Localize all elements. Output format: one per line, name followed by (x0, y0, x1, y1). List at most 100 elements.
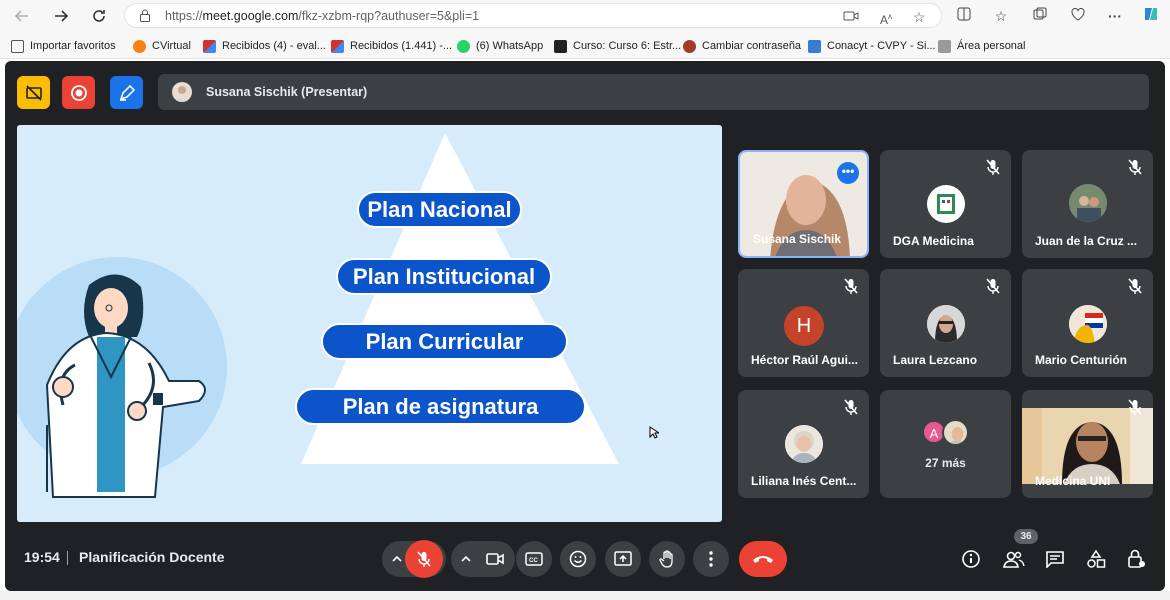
split-screen-icon[interactable] (953, 5, 975, 27)
captions-button[interactable]: CC (516, 541, 552, 577)
annotate-button[interactable] (110, 76, 143, 109)
reload-icon[interactable] (87, 4, 111, 28)
meeting-details-button[interactable] (959, 547, 983, 571)
camera-toggle-button[interactable] (477, 541, 513, 577)
stop-presenting-button[interactable] (17, 76, 50, 109)
camera-options-chevron-icon[interactable] (457, 550, 475, 568)
bookmark-conacyt[interactable]: Conacyt - CVPY - Si... (808, 38, 936, 54)
reactions-button[interactable] (560, 541, 596, 577)
participant-avatar (785, 425, 823, 463)
leave-call-button[interactable] (739, 541, 787, 577)
participant-avatar (927, 305, 965, 343)
bookmark-gmail-1[interactable]: Recibidos (4) - eval... (203, 38, 326, 54)
participant-avatar (942, 419, 969, 446)
conacyt-icon (808, 39, 821, 53)
pyramid-level-1: Plan Nacional (357, 191, 522, 228)
participant-name: DGA Medicina (893, 234, 974, 248)
read-aloud-icon[interactable]: Aʌ (877, 8, 895, 27)
participant-name: Medicina UNI (1035, 474, 1111, 488)
more-menu-icon[interactable]: ··· (1104, 5, 1126, 27)
people-icon (1003, 551, 1025, 568)
meet-control-bar: 19:54 Planificación Docente CC 36 (5, 529, 1165, 591)
more-options-button[interactable] (693, 541, 729, 577)
more-participants-tile[interactable]: A 27 más (880, 390, 1011, 498)
participant-name: Héctor Raúl Agui... (751, 353, 858, 367)
mic-options-chevron-icon[interactable] (388, 550, 406, 568)
camera-blocked-icon[interactable] (842, 8, 860, 26)
present-icon (614, 551, 632, 566)
presenter-label: Susana Sischik (Presentar) (206, 85, 368, 99)
meeting-title: Planificación Docente (79, 549, 225, 565)
participant-tile-mario[interactable]: Mario Centurión (1022, 269, 1153, 377)
browser-essentials-icon[interactable] (1067, 5, 1089, 27)
favorites-icon[interactable]: ☆ (990, 5, 1012, 27)
more-vert-icon (709, 551, 713, 567)
record-button[interactable] (62, 76, 95, 109)
copilot-icon[interactable] (1140, 5, 1162, 27)
chat-button[interactable] (1043, 547, 1067, 571)
bookmark-cambiar-contrasena[interactable]: Cambiar contraseña (683, 38, 801, 54)
more-participants-label: 27 más (925, 456, 966, 470)
mic-toggle-button[interactable] (405, 540, 443, 578)
participant-tile-liliana[interactable]: Liliana Inés Cent... (738, 390, 869, 498)
course-icon (554, 39, 567, 53)
hang-up-icon (753, 556, 773, 563)
browser-toolbar: https://meet.google.com/fkz-xzbm-rqp?aut… (0, 0, 1170, 31)
participant-tile-laura[interactable]: Laura Lezcano (880, 269, 1011, 377)
meet-window: Susana Sischik (Presentar) Plan Nacional… (5, 61, 1165, 591)
participant-avatar (1069, 184, 1107, 222)
bookmark-whatsapp[interactable]: (6) WhatsApp (457, 38, 543, 54)
moodle-icon (133, 39, 146, 53)
mic-off-icon (1128, 159, 1142, 175)
mic-off-icon (844, 399, 858, 415)
collections-icon[interactable] (1029, 5, 1051, 27)
participant-name: Laura Lezcano (893, 353, 978, 367)
bookmark-cvirtual[interactable]: CVirtual (133, 38, 191, 54)
info-icon (962, 550, 980, 568)
url-text: https://meet.google.com/fkz-xzbm-rqp?aut… (165, 9, 480, 23)
personal-icon (938, 39, 951, 53)
hand-icon (659, 550, 673, 568)
participant-avatar (927, 185, 965, 223)
bookmarks-bar: Importar favoritos CVirtual Recibidos (4… (0, 31, 1170, 59)
present-off-icon (25, 84, 42, 101)
back-icon[interactable] (10, 4, 34, 28)
gmail-icon (331, 39, 344, 53)
participant-tile-medicina-uni[interactable]: Medicina UNI (1022, 390, 1153, 498)
bookmark-curso[interactable]: Curso: Curso 6: Estr... (554, 38, 681, 54)
divider (67, 551, 68, 565)
participant-avatar (1069, 305, 1107, 343)
participant-tile-hector[interactable]: H Héctor Raúl Agui... (738, 269, 869, 377)
mic-off-icon (844, 278, 858, 294)
address-bar[interactable]: https://meet.google.com/fkz-xzbm-rqp?aut… (124, 3, 942, 28)
camera-icon (486, 553, 504, 565)
participant-name: Juan de la Cruz ... (1035, 234, 1138, 248)
bookmark-area-personal[interactable]: Área personal (938, 38, 1026, 54)
mic-off-icon (1128, 278, 1142, 294)
raise-hand-button[interactable] (649, 541, 685, 577)
forward-icon[interactable] (49, 4, 73, 28)
people-button[interactable] (1002, 547, 1026, 571)
participant-name: Liliana Inés Cent... (751, 474, 857, 488)
host-controls-button[interactable] (1124, 547, 1148, 571)
activities-button[interactable] (1084, 547, 1108, 571)
bookmark-gmail-2[interactable]: Recibidos (1.441) -... (331, 38, 452, 54)
lock-icon (140, 9, 150, 22)
participant-tile-dga[interactable]: DGA Medicina (880, 150, 1011, 258)
more-options-icon[interactable]: ••• (837, 162, 859, 184)
mic-off-icon (1128, 399, 1142, 415)
captions-icon: CC (525, 552, 543, 566)
participant-tile-susana[interactable]: ••• Susana Sischik (738, 150, 869, 258)
presenter-banner: Susana Sischik (Presentar) (158, 74, 1149, 110)
participant-tile-juan[interactable]: Juan de la Cruz ... (1022, 150, 1153, 258)
chat-icon (1046, 551, 1064, 568)
camera-control-group (451, 541, 515, 577)
favorite-star-icon[interactable]: ☆ (910, 8, 928, 26)
pyramid-level-2: Plan Institucional (336, 258, 552, 295)
bookmark-import[interactable]: Importar favoritos (11, 38, 116, 54)
present-now-button[interactable] (605, 541, 641, 577)
mic-off-icon (986, 159, 1000, 175)
pyramid-level-3: Plan Curricular (321, 323, 568, 360)
activities-shapes-icon (1087, 549, 1106, 568)
meeting-clock: 19:54 (24, 549, 60, 565)
